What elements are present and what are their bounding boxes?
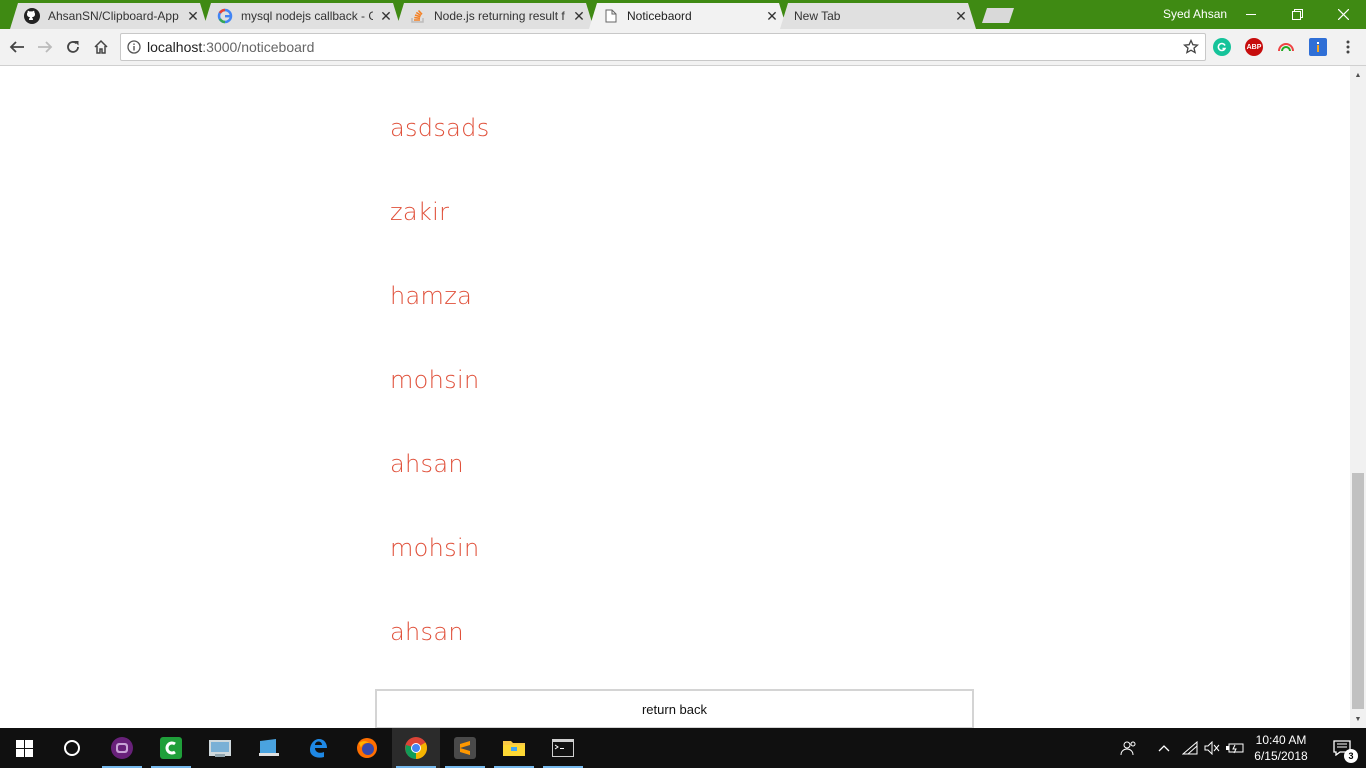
close-icon[interactable]: ✕ [954, 9, 968, 23]
tab-title: mysql nodejs callback - G [241, 9, 373, 23]
notice-item: zakir [390, 198, 450, 226]
notice-item: mohsin [390, 366, 480, 394]
close-icon[interactable]: ✕ [186, 9, 200, 23]
url-host: localhost [147, 39, 203, 55]
tab-google-search[interactable]: mysql nodejs callback - G ✕ [203, 3, 401, 29]
notice-item: hamza [390, 282, 473, 310]
home-icon[interactable] [89, 35, 113, 59]
firefox-icon[interactable] [343, 728, 391, 768]
chrome-menu-icon[interactable] [1336, 35, 1360, 59]
notice-item: mohsin [390, 534, 480, 562]
sublime-text-icon[interactable] [441, 728, 489, 768]
cortana-icon[interactable] [48, 728, 96, 768]
clock-time: 10:40 AM [1255, 733, 1307, 747]
scrollbar-thumb[interactable] [1352, 473, 1364, 709]
tab-noticeboard[interactable]: Noticebaord ✕ [589, 3, 787, 29]
action-center-icon[interactable]: 3 [1318, 728, 1366, 768]
grammarly-icon[interactable] [1213, 38, 1231, 56]
clock-date: 6/15/2018 [1254, 749, 1308, 763]
remote-desktop-icon[interactable] [245, 728, 293, 768]
scroll-up-arrow-icon[interactable]: ▲ [1350, 68, 1366, 82]
camtasia-icon[interactable] [147, 728, 195, 768]
notice-item: ahsan [390, 618, 464, 646]
profile-name[interactable]: Syed Ahsan [1163, 7, 1227, 21]
new-tab-button[interactable] [982, 8, 1014, 23]
close-icon[interactable]: ✕ [572, 9, 586, 23]
site-info-icon[interactable] [121, 40, 147, 54]
notice-item: ahsan [390, 450, 464, 478]
reload-icon[interactable] [61, 35, 85, 59]
chrome-icon[interactable] [392, 728, 440, 768]
github-icon [24, 8, 40, 24]
tab-title: Node.js returning result f [434, 9, 565, 23]
forward-icon[interactable] [33, 35, 57, 59]
tab-title: New Tab [794, 9, 841, 23]
close-window-icon[interactable] [1320, 0, 1366, 29]
close-icon[interactable]: ✕ [379, 9, 393, 23]
system-clock[interactable]: 10:40 AM 6/15/2018 [1250, 732, 1312, 764]
browser-titlebar: AhsanSN/Clipboard-App ✕ mysql nodejs cal… [0, 0, 1366, 29]
notice-item: asdsads [390, 114, 490, 142]
close-icon[interactable]: ✕ [765, 9, 779, 23]
abp-label: ABP [1246, 43, 1262, 51]
tab-title: AhsanSN/Clipboard-App [48, 9, 179, 23]
restore-icon[interactable] [1274, 0, 1320, 29]
wifi-icon[interactable] [1181, 740, 1199, 756]
tab-title: Noticebaord [627, 9, 692, 23]
chevron-up-icon[interactable] [1155, 740, 1173, 756]
google-icon [217, 8, 233, 24]
page-icon [603, 8, 619, 24]
back-icon[interactable] [5, 35, 29, 59]
scroll-down-arrow-icon[interactable]: ▼ [1350, 712, 1366, 726]
url-text: localhost:3000/noticeboard [147, 39, 314, 55]
volume-muted-icon[interactable] [1203, 740, 1221, 756]
visual-studio-icon[interactable] [98, 728, 146, 768]
rainbow-extension-icon[interactable] [1277, 38, 1295, 56]
tab-stackoverflow[interactable]: Node.js returning result f ✕ [396, 3, 594, 29]
edge-icon[interactable] [294, 728, 342, 768]
file-manager-icon[interactable] [196, 728, 244, 768]
battery-icon[interactable] [1226, 740, 1244, 756]
address-bar[interactable]: localhost:3000/noticeboard [120, 33, 1206, 61]
windows-taskbar: 10:40 AM 6/15/2018 3 [0, 728, 1366, 768]
url-path: :3000/noticeboard [202, 39, 315, 55]
vertical-scrollbar[interactable]: ▲ ▼ [1350, 66, 1366, 728]
blue-extension-icon[interactable] [1309, 38, 1327, 56]
stackoverflow-icon [410, 8, 426, 24]
tab-github[interactable]: AhsanSN/Clipboard-App ✕ [10, 3, 208, 29]
terminal-icon[interactable] [539, 728, 587, 768]
file-explorer-icon[interactable] [490, 728, 538, 768]
notification-count-badge: 3 [1344, 749, 1358, 763]
browser-toolbar: localhost:3000/noticeboard ABP [0, 29, 1366, 66]
minimize-icon[interactable] [1228, 0, 1274, 29]
adblock-plus-icon[interactable]: ABP [1245, 38, 1263, 56]
windows-start-icon[interactable] [0, 728, 48, 768]
bookmark-star-icon[interactable] [1182, 38, 1200, 60]
page-viewport: asdsads zakir hamza mohsin ahsan mohsin … [0, 66, 1350, 728]
return-back-button[interactable]: return back [375, 689, 974, 728]
tab-new-tab[interactable]: New Tab ✕ [780, 3, 976, 29]
people-icon[interactable] [1120, 740, 1138, 756]
